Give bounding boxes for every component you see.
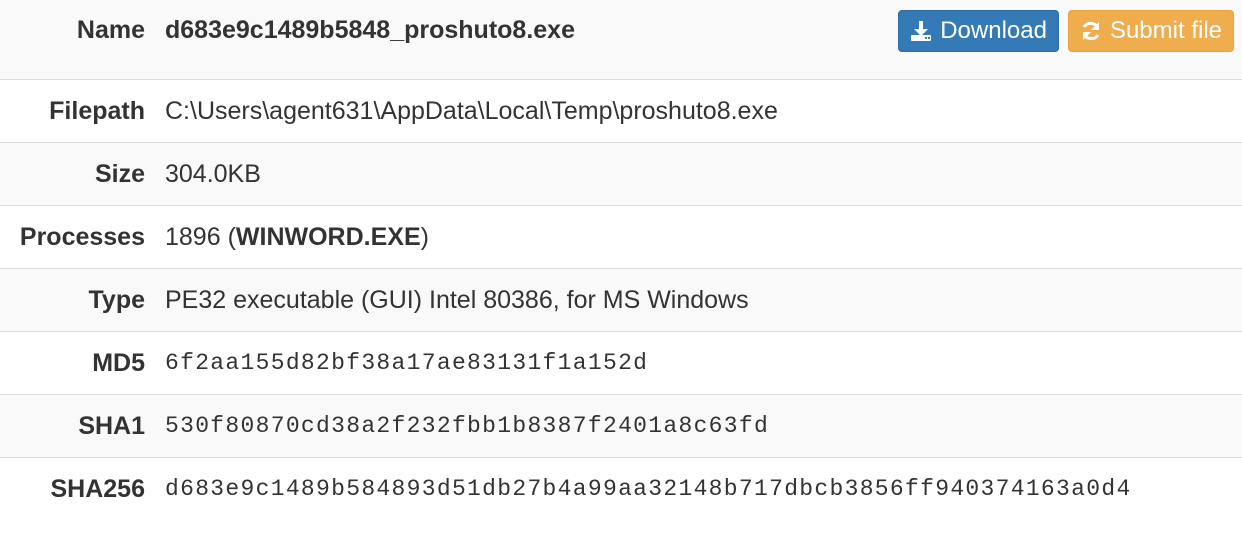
md5-cell: 6f2aa155d82bf38a17ae83131f1a152d xyxy=(155,332,1242,395)
sha256-value: d683e9c1489b584893d51db27b4a99aa32148b71… xyxy=(165,476,1132,502)
filepath-value: C:\Users\agent631\AppData\Local\Temp\pro… xyxy=(165,97,778,125)
type-value: PE32 executable (GUI) Intel 80386, for M… xyxy=(165,286,749,314)
process-name: WINWORD.EXE xyxy=(235,223,421,251)
md5-label: MD5 xyxy=(92,349,145,377)
row-sha256: SHA256 d683e9c1489b584893d51db27b4a99aa3… xyxy=(0,457,1242,540)
download-icon xyxy=(910,20,932,42)
submit-file-label: Submit file xyxy=(1109,17,1222,44)
sha1-cell: 530f80870cd38a2f232fbb1b8387f2401a8c63fd xyxy=(155,395,1242,458)
size-label: Size xyxy=(94,160,145,188)
row-md5: MD5 6f2aa155d82bf38a17ae83131f1a152d xyxy=(0,331,1242,395)
name-label: Name xyxy=(76,16,145,44)
row-processes: Processes 1896 (WINWORD.EXE) xyxy=(0,205,1242,269)
row-filepath: Filepath C:\Users\agent631\AppData\Local… xyxy=(0,79,1242,143)
download-label: Download xyxy=(940,17,1047,44)
sha256-label: SHA256 xyxy=(50,475,146,503)
sha256-cell: d683e9c1489b584893d51db27b4a99aa32148b71… xyxy=(155,458,1242,540)
row-type: Type PE32 executable (GUI) Intel 80386, … xyxy=(0,268,1242,332)
sha1-label: SHA1 xyxy=(78,412,145,440)
name-cell: d683e9c1489b5848_proshuto8.exe Download xyxy=(155,0,1242,80)
filepath-label: Filepath xyxy=(49,97,145,125)
action-buttons: Download Submit file xyxy=(898,10,1234,52)
sha1-value: 530f80870cd38a2f232fbb1b8387f2401a8c63fd xyxy=(165,413,770,439)
size-value: 304.0KB xyxy=(165,160,261,188)
file-details-table: Name d683e9c1489b5848_proshuto8.exe Down xyxy=(0,0,1242,540)
processes-value: 1896 (WINWORD.EXE) xyxy=(155,206,1242,269)
processes-label: Processes xyxy=(19,223,145,251)
download-button[interactable]: Download xyxy=(898,10,1059,52)
row-sha1: SHA1 530f80870cd38a2f232fbb1b8387f2401a8… xyxy=(0,394,1242,458)
process-open-paren: ( xyxy=(220,223,236,251)
name-value: d683e9c1489b5848_proshuto8.exe xyxy=(165,16,575,44)
type-label: Type xyxy=(88,286,146,314)
refresh-icon xyxy=(1080,20,1102,42)
process-pid: 1896 xyxy=(165,223,221,251)
md5-value: 6f2aa155d82bf38a17ae83131f1a152d xyxy=(165,350,649,376)
submit-file-button[interactable]: Submit file xyxy=(1067,10,1234,52)
row-size: Size 304.0KB xyxy=(0,142,1242,206)
process-close-paren: ) xyxy=(420,223,429,251)
row-name: Name d683e9c1489b5848_proshuto8.exe Down xyxy=(0,0,1242,80)
